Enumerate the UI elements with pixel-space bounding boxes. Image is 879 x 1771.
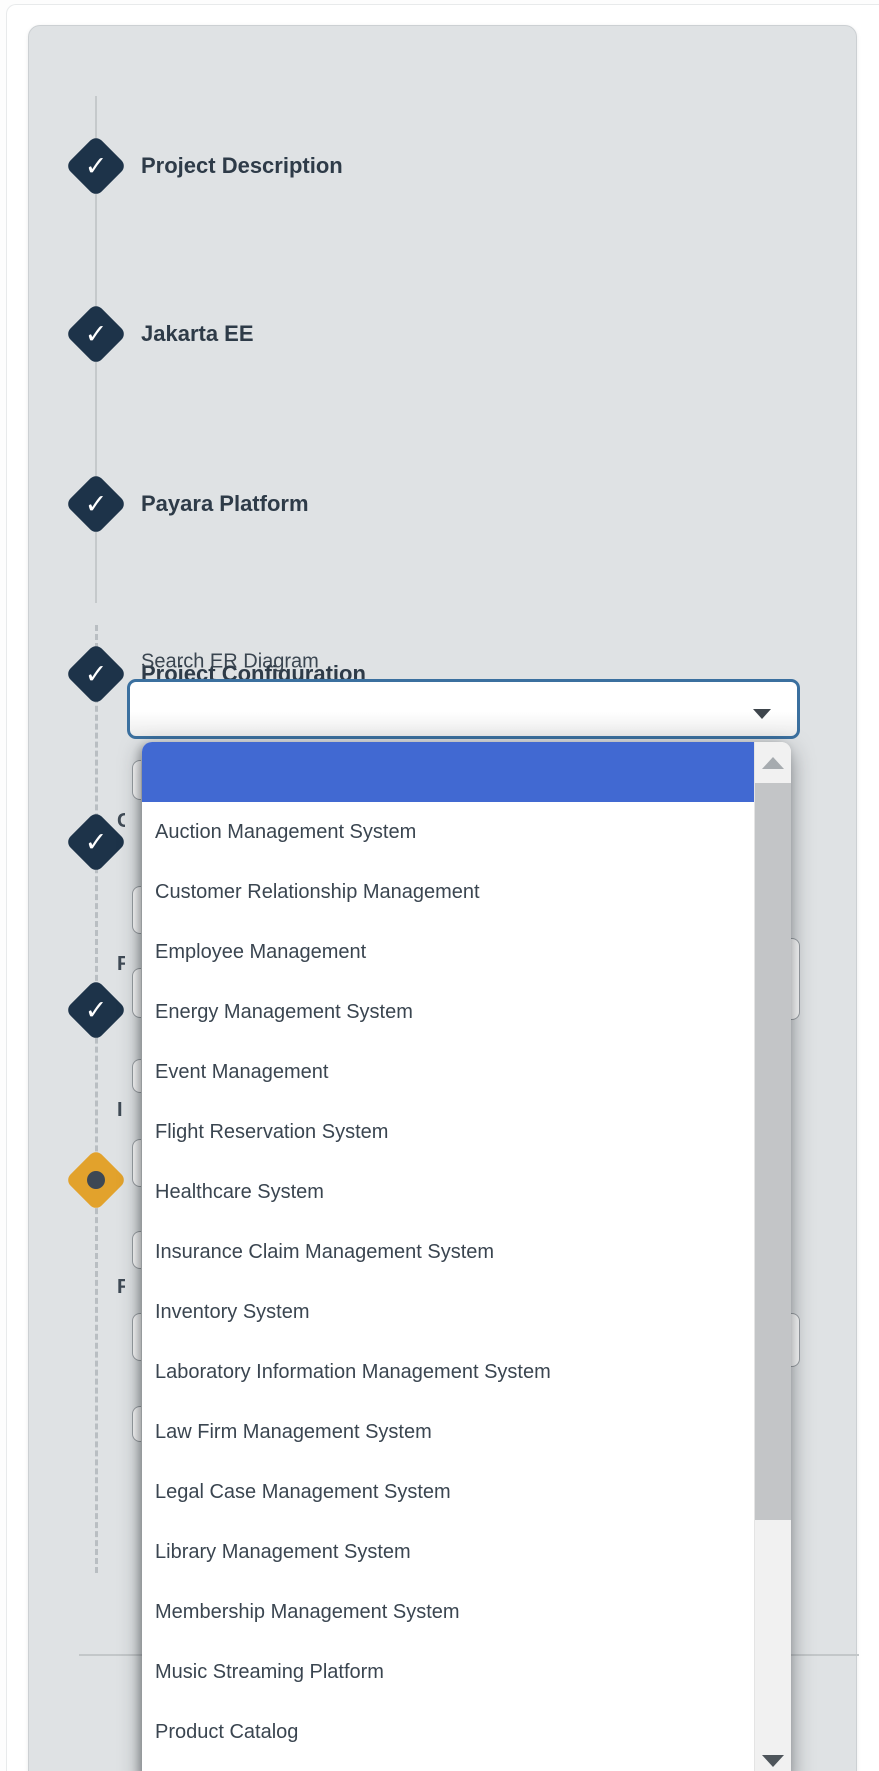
dropdown-option[interactable]: Inventory System — [142, 1282, 754, 1342]
wizard-card: ✓ Project Description ✓ Jakarta EE ✓ Payara P… — [28, 25, 857, 1771]
check-diamond-icon: ✓ — [65, 303, 127, 365]
triangle-down-icon — [762, 1755, 784, 1767]
obscured-input-sliver — [791, 938, 800, 1020]
dropdown-scrollbar[interactable] — [754, 742, 791, 1771]
check-diamond-icon: ✓ — [65, 473, 127, 535]
obscured-label-fragment: F — [117, 1275, 125, 1299]
er-diagram-select[interactable] — [127, 679, 800, 739]
triangle-up-icon — [762, 757, 784, 769]
dropdown-option[interactable]: Customer Relationship Management — [142, 862, 754, 922]
obscured-input-sliver — [132, 1231, 141, 1269]
step-label: Jakarta EE — [141, 321, 254, 347]
page: ✓ Project Description ✓ Jakarta EE ✓ Payara P… — [0, 0, 879, 1771]
dropdown-option[interactable]: Employee Management — [142, 922, 754, 982]
obscured-input-sliver — [132, 1059, 141, 1093]
dropdown-option[interactable]: Event Management — [142, 1042, 754, 1102]
obscured-label-fragment: I — [117, 1098, 125, 1122]
check-icon: ✓ — [74, 820, 118, 864]
chevron-down-icon — [753, 709, 771, 719]
obscured-input-sliver — [791, 1313, 800, 1367]
step-label: Project Description — [141, 153, 343, 179]
obscured-input-sliver — [132, 886, 141, 934]
check-diamond-icon: ✓ — [65, 979, 127, 1041]
check-diamond-icon: ✓ — [65, 643, 127, 705]
dropdown-option[interactable]: Property Management System — [142, 1762, 754, 1771]
active-diamond-icon — [65, 1149, 127, 1211]
obscured-input-sliver — [132, 760, 141, 800]
dropdown-option[interactable]: Music Streaming Platform — [142, 1642, 754, 1702]
obscured-input-sliver — [132, 1406, 141, 1442]
dropdown-option[interactable]: Product Catalog — [142, 1702, 754, 1762]
check-icon: ✓ — [74, 988, 118, 1032]
dropdown-option[interactable]: Auction Management System — [142, 802, 754, 862]
dropdown-option[interactable]: Law Firm Management System — [142, 1402, 754, 1462]
dot-icon — [83, 1167, 108, 1192]
obscured-label-fragment: C — [117, 809, 125, 833]
dropdown-option[interactable]: Energy Management System — [142, 982, 754, 1042]
dropdown-option[interactable]: Laboratory Information Management System — [142, 1342, 754, 1402]
scrollbar-thumb[interactable] — [755, 783, 791, 1520]
scrollbar-down-button[interactable] — [755, 1738, 791, 1771]
dropdown-option[interactable]: Membership Management System — [142, 1582, 754, 1642]
obscured-label-fragment: F — [117, 952, 125, 976]
dropdown-option[interactable]: Healthcare System — [142, 1162, 754, 1222]
dropdown-option-selected-empty[interactable] — [142, 742, 754, 802]
search-er-diagram-label: Search ER Diagram — [141, 651, 319, 674]
er-diagram-dropdown: Auction Management SystemCustomer Relati… — [142, 742, 791, 1771]
dropdown-option-list: Auction Management SystemCustomer Relati… — [142, 742, 754, 1771]
step-label: Payara Platform — [141, 491, 309, 517]
check-icon: ✓ — [74, 312, 118, 356]
check-icon: ✓ — [74, 482, 118, 526]
obscured-input-sliver — [132, 1313, 141, 1361]
check-icon: ✓ — [74, 144, 118, 188]
dropdown-option[interactable]: Flight Reservation System — [142, 1102, 754, 1162]
check-icon: ✓ — [74, 652, 118, 696]
dropdown-option[interactable]: Library Management System — [142, 1522, 754, 1582]
dropdown-option[interactable]: Insurance Claim Management System — [142, 1222, 754, 1282]
scrollbar-up-button[interactable] — [755, 742, 791, 783]
obscured-input-sliver — [132, 968, 141, 1018]
obscured-input-sliver — [132, 1139, 141, 1187]
dropdown-option[interactable]: Legal Case Management System — [142, 1462, 754, 1522]
stepper-connector-dashed — [95, 625, 98, 1573]
check-diamond-icon: ✓ — [65, 135, 127, 197]
